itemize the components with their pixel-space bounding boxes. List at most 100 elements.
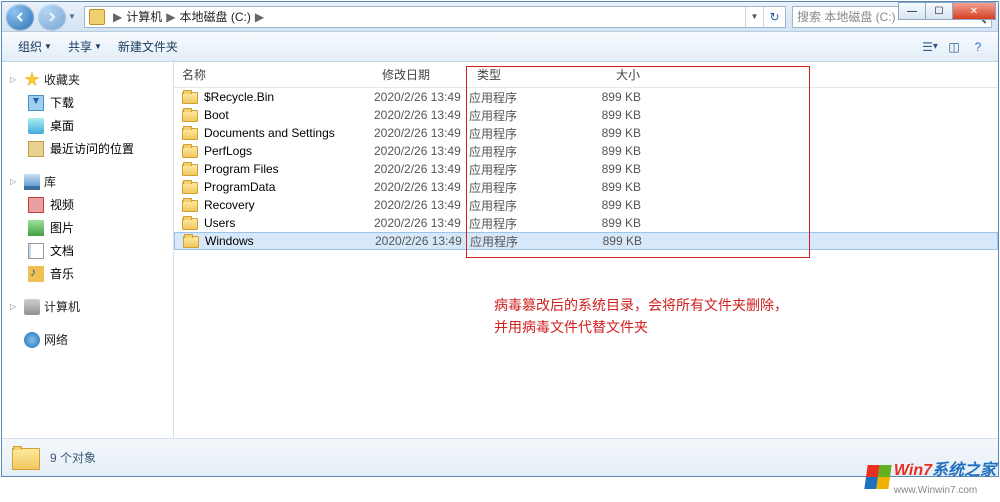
recent-icon <box>28 141 44 157</box>
col-name[interactable]: 名称 <box>174 62 374 87</box>
sidebar-videos[interactable]: 视频 <box>2 193 173 216</box>
file-type: 应用程序 <box>469 197 559 214</box>
file-row[interactable]: Users 2020/2/26 13:49应用程序899 KB <box>174 214 998 232</box>
sidebar-pictures[interactable]: 图片 <box>2 216 173 239</box>
file-date: 2020/2/26 13:49 <box>374 216 469 230</box>
sidebar-music[interactable]: 音乐 <box>2 262 173 285</box>
breadcrumb-sep: ▶ <box>162 10 179 24</box>
file-name: Boot <box>204 108 229 122</box>
breadcrumb-current[interactable]: 本地磁盘 (C:) <box>179 8 250 25</box>
status-count: 9 个对象 <box>50 449 96 466</box>
col-date[interactable]: 修改日期 <box>374 62 469 87</box>
file-date: 2020/2/26 13:49 <box>374 126 469 140</box>
view-options-button[interactable]: ☰▾ <box>918 35 942 59</box>
breadcrumb-root[interactable]: 计算机 <box>126 8 162 25</box>
file-row[interactable]: Windows2020/2/26 13:49应用程序899 KB <box>174 232 998 250</box>
close-button[interactable]: ✕ <box>952 2 996 20</box>
file-type: 应用程序 <box>469 215 559 232</box>
folder-icon <box>182 164 198 176</box>
file-size: 899 KB <box>559 144 649 158</box>
file-row[interactable]: ProgramData2020/2/26 13:49应用程序899 KB <box>174 178 998 196</box>
file-row[interactable]: Documents and Settings 2020/2/26 13:49应用程… <box>174 124 998 142</box>
file-size: 899 KB <box>559 108 649 122</box>
file-name: Documents and Settings <box>204 126 335 140</box>
sidebar-network[interactable]: 网络 <box>2 328 173 351</box>
status-bar: 9 个对象 <box>2 438 998 476</box>
share-menu[interactable]: 共享▼ <box>60 34 110 59</box>
watermark: Win7系统之家 www.Winwin7.com <box>866 456 996 498</box>
col-type[interactable]: 类型 <box>469 62 559 87</box>
file-size: 899 KB <box>559 162 649 176</box>
network-icon <box>24 332 40 348</box>
maximize-button[interactable]: ☐ <box>925 2 953 20</box>
folder-icon <box>182 92 198 104</box>
file-name: Windows <box>205 234 254 248</box>
drive-icon <box>89 9 105 25</box>
new-folder-button[interactable]: 新建文件夹 <box>110 34 186 59</box>
file-type: 应用程序 <box>469 125 559 142</box>
sidebar-recent[interactable]: 最近访问的位置 <box>2 137 173 160</box>
file-date: 2020/2/26 13:49 <box>374 108 469 122</box>
folder-icon <box>182 182 198 194</box>
file-row[interactable]: Boot 2020/2/26 13:49应用程序899 KB <box>174 106 998 124</box>
sidebar-documents[interactable]: 文档 <box>2 239 173 262</box>
file-date: 2020/2/26 13:49 <box>374 198 469 212</box>
file-size: 899 KB <box>559 90 649 104</box>
file-row[interactable]: Program Files2020/2/26 13:49应用程序899 KB <box>174 160 998 178</box>
file-size: 899 KB <box>559 126 649 140</box>
sidebar-computer[interactable]: ▷计算机 <box>2 295 173 318</box>
address-bar[interactable]: ▶ 计算机 ▶ 本地磁盘 (C:) ▶ ▼ ↻ <box>84 6 786 28</box>
breadcrumb-sep: ▶ <box>251 10 268 24</box>
folder-icon <box>182 146 198 158</box>
folder-icon <box>12 448 40 470</box>
folder-icon <box>182 218 198 230</box>
sidebar-favorites[interactable]: ▷收藏夹 <box>2 68 173 91</box>
sidebar-desktop[interactable]: 桌面 <box>2 114 173 137</box>
sidebar-downloads[interactable]: 下载 <box>2 91 173 114</box>
organize-menu[interactable]: 组织▼ <box>10 34 60 59</box>
file-date: 2020/2/26 13:49 <box>374 180 469 194</box>
star-icon <box>24 72 40 88</box>
file-date: 2020/2/26 13:49 <box>374 162 469 176</box>
body: ▷收藏夹 下载 桌面 最近访问的位置 ▷库 视频 图片 文档 音乐 ▷计算机 网… <box>2 62 998 438</box>
address-dropdown[interactable]: ▼ <box>745 7 763 27</box>
windows-logo-icon <box>864 465 891 489</box>
file-name: $Recycle.Bin <box>204 90 274 104</box>
file-name: Users <box>204 216 235 230</box>
col-size[interactable]: 大小 <box>559 62 649 87</box>
video-icon <box>28 197 44 213</box>
folder-icon <box>183 236 199 248</box>
help-button[interactable]: ? <box>966 35 990 59</box>
explorer-window: — ☐ ✕ ▼ ▶ 计算机 ▶ 本地磁盘 (C:) ▶ ▼ ↻ 搜索 本地磁盘 … <box>1 1 999 477</box>
file-row[interactable]: Recovery2020/2/26 13:49应用程序899 KB <box>174 196 998 214</box>
search-placeholder: 搜索 本地磁盘 (C:) <box>797 8 896 25</box>
file-name: Recovery <box>204 198 255 212</box>
desktop-icon <box>28 118 44 134</box>
file-name: ProgramData <box>204 180 275 194</box>
file-size: 899 KB <box>559 216 649 230</box>
nav-back-button[interactable] <box>6 4 34 30</box>
file-list[interactable]: $Recycle.Bin2020/2/26 13:49应用程序899 KBBoo… <box>174 88 998 438</box>
folder-icon <box>182 110 198 122</box>
file-name: PerfLogs <box>204 144 252 158</box>
preview-pane-button[interactable]: ◫ <box>942 35 966 59</box>
refresh-button[interactable]: ↻ <box>763 7 785 27</box>
file-date: 2020/2/26 13:49 <box>374 144 469 158</box>
breadcrumb-sep: ▶ <box>109 10 126 24</box>
file-size: 899 KB <box>559 180 649 194</box>
toolbar: 组织▼ 共享▼ 新建文件夹 ☰▾ ◫ ? <box>2 32 998 62</box>
file-row[interactable]: PerfLogs2020/2/26 13:49应用程序899 KB <box>174 142 998 160</box>
picture-icon <box>28 220 44 236</box>
document-icon <box>28 243 44 259</box>
file-row[interactable]: $Recycle.Bin2020/2/26 13:49应用程序899 KB <box>174 88 998 106</box>
music-icon <box>28 266 44 282</box>
nav-history-dropdown[interactable]: ▼ <box>66 4 78 30</box>
file-type: 应用程序 <box>469 107 559 124</box>
computer-icon <box>24 299 40 315</box>
sidebar-libraries[interactable]: ▷库 <box>2 170 173 193</box>
nav-forward-button[interactable] <box>38 4 66 30</box>
titlebar: ▼ ▶ 计算机 ▶ 本地磁盘 (C:) ▶ ▼ ↻ 搜索 本地磁盘 (C:) 🔍 <box>2 2 998 32</box>
file-date: 2020/2/26 13:49 <box>375 234 470 248</box>
minimize-button[interactable]: — <box>898 2 926 20</box>
column-headers: 名称 修改日期 类型 大小 <box>174 62 998 88</box>
